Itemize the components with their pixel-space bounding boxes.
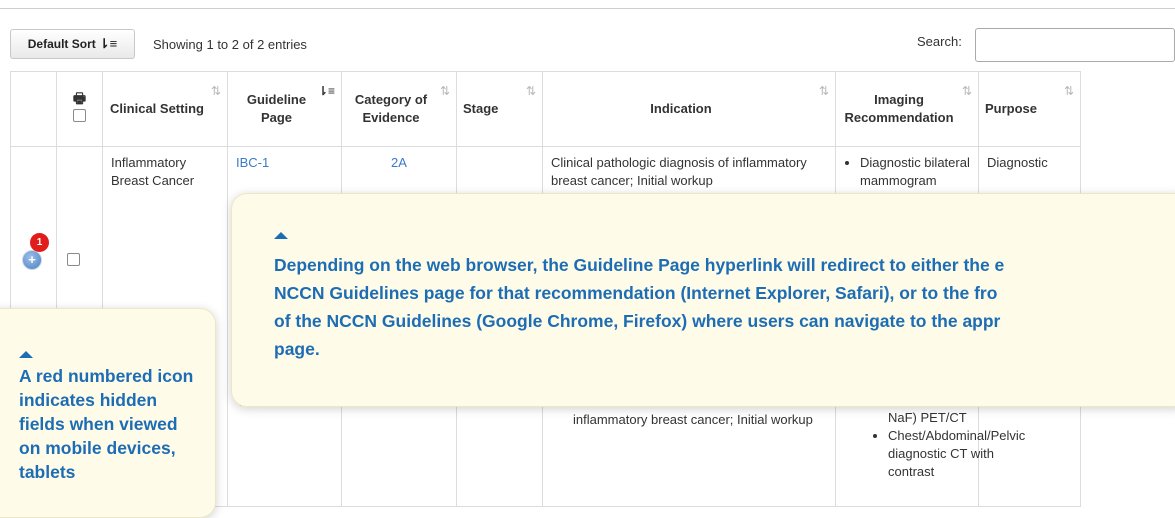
- category-of-evidence-header[interactable]: Category of Evidence ⇅: [341, 71, 457, 147]
- tooltip-text: A red numbered icon indicates hidden fie…: [19, 366, 194, 482]
- clinical-setting-header[interactable]: Clinical Setting ⇅: [102, 71, 228, 147]
- sort-both-icon: ⇅: [1063, 84, 1074, 98]
- tooltip-line: NCCN Guidelines page for that recommenda…: [274, 283, 998, 303]
- tooltip-line: Depending on the web browser, the Guidel…: [274, 255, 1005, 275]
- indication-fragment: inflammatory breast cancer; Initial work…: [573, 412, 813, 427]
- imaging-item: Chest/Abdominal/Pelvic diagnostic CT wit…: [888, 427, 1025, 481]
- guideline-link-tooltip: Depending on the web browser, the Guidel…: [231, 193, 1175, 407]
- default-sort-label: Default Sort: [27, 37, 96, 51]
- guideline-page-header[interactable]: Guideline Page ⇂≡: [227, 71, 342, 147]
- sort-both-icon: ⇅: [818, 84, 829, 98]
- imaging-fragment-line: NaF) PET/CT: [888, 410, 967, 425]
- expand-row-button[interactable]: +: [22, 250, 42, 270]
- imaging-item: Diagnostic bilateral mammogram: [860, 154, 970, 190]
- tooltip-arrow-icon: [19, 351, 33, 358]
- row-select-checkbox[interactable]: [67, 253, 80, 266]
- expand-column-header: [10, 71, 57, 147]
- purpose-header[interactable]: Purpose ⇅: [978, 71, 1081, 147]
- search-input[interactable]: [975, 28, 1175, 62]
- hidden-fields-badge: 1: [30, 233, 49, 252]
- tooltip-line: of the NCCN Guidelines (Google Chrome, F…: [274, 311, 1001, 331]
- sort-both-icon: ⇅: [525, 84, 536, 98]
- sort-both-icon: ⇅: [961, 84, 972, 98]
- tooltip-arrow-icon: [274, 232, 288, 239]
- imaging-recommendation-header[interactable]: Imaging Recommendation ⇅: [835, 71, 979, 147]
- search-label: Search:: [917, 34, 962, 49]
- imaging-fragment: NaF) PET/CT Chest/Abdominal/Pelvic diagn…: [872, 409, 1025, 481]
- select-all-checkbox[interactable]: [73, 109, 86, 122]
- sort-both-icon: ⇅: [439, 84, 450, 98]
- sort-amount-icon: ⇂≡: [98, 36, 118, 51]
- print-column-header: 🖶: [56, 71, 103, 147]
- print-icon[interactable]: 🖶: [57, 91, 102, 105]
- stage-header[interactable]: Stage ⇅: [456, 71, 543, 147]
- table-info: Showing 1 to 2 of 2 entries: [153, 37, 307, 52]
- guideline-page-link[interactable]: IBC-1: [236, 155, 269, 170]
- sort-both-icon: ⇅: [210, 84, 221, 98]
- default-sort-button[interactable]: Default Sort ⇂≡: [10, 29, 135, 59]
- indication-header[interactable]: Indication ⇅: [542, 71, 836, 147]
- red-icon-tooltip: A red numbered icon indicates hidden fie…: [0, 308, 216, 518]
- sort-asc-icon: ⇂≡: [317, 84, 335, 98]
- category-link[interactable]: 2A: [391, 155, 407, 170]
- top-divider: [0, 8, 1175, 9]
- tooltip-line: page.: [274, 339, 320, 359]
